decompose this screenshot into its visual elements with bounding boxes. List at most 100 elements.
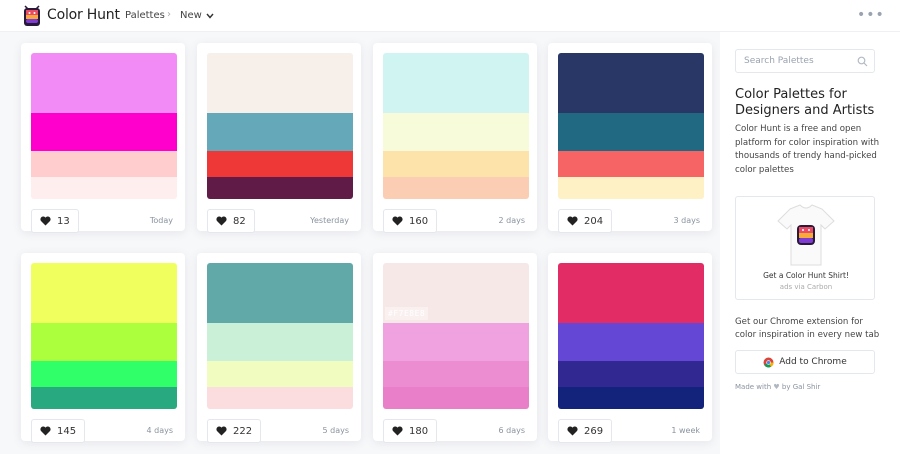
palette-card[interactable]: 82 Yesterday (197, 43, 361, 233)
color-stripe[interactable] (558, 387, 704, 409)
like-count: 222 (233, 425, 253, 437)
search-icon (857, 56, 868, 67)
like-button[interactable]: 13 (31, 209, 79, 233)
heart-icon (392, 216, 403, 226)
color-stripe[interactable] (207, 361, 353, 387)
brand-name[interactable]: Color Hunt (47, 7, 120, 23)
color-stripe[interactable] (31, 113, 177, 151)
chrome-icon (763, 357, 774, 367)
color-stripe[interactable] (31, 361, 177, 387)
palette-swatch[interactable] (31, 263, 177, 409)
ad-via-carbon[interactable]: ads via Carbon (736, 283, 876, 291)
palette-date: 4 days (146, 426, 173, 435)
color-stripe[interactable] (207, 151, 353, 177)
hex-code-label[interactable]: #F7E8E8 (385, 307, 429, 320)
like-button[interactable]: 222 (207, 419, 262, 443)
palette-swatch[interactable] (207, 53, 353, 199)
color-stripe[interactable] (207, 53, 353, 113)
palette-date: 5 days (322, 426, 349, 435)
add-to-chrome-label: Add to Chrome (779, 357, 847, 367)
palette-date: 1 week (671, 426, 700, 435)
sidebar: Search Palettes Color Palettes for Desig… (720, 32, 900, 454)
palette-swatch[interactable] (383, 53, 529, 199)
color-stripe[interactable] (31, 387, 177, 409)
palette-swatch[interactable] (207, 263, 353, 409)
color-stripe[interactable] (383, 387, 529, 409)
nav-new-label: New (180, 10, 202, 21)
like-button[interactable]: 180 (383, 419, 438, 443)
color-stripe[interactable] (558, 151, 704, 177)
color-stripe[interactable] (207, 323, 353, 361)
color-stripe[interactable] (383, 113, 529, 151)
color-stripe[interactable] (207, 113, 353, 151)
color-stripe[interactable] (31, 53, 177, 113)
color-stripe[interactable] (383, 361, 529, 387)
more-options-icon[interactable]: ••• (857, 8, 885, 22)
extension-promo-text: Get our Chrome extension for color inspi… (735, 317, 880, 340)
color-stripe[interactable] (31, 263, 177, 323)
heart-icon (567, 216, 578, 226)
palette-card[interactable]: 222 5 days (197, 253, 361, 443)
palette-swatch[interactable] (558, 263, 704, 409)
nav-palettes-link[interactable]: Palettes (125, 10, 165, 21)
color-stripe[interactable] (558, 53, 704, 113)
heart-icon (216, 426, 227, 436)
palette-date: Today (149, 216, 173, 225)
palette-card[interactable]: 145 4 days (21, 253, 185, 443)
carbon-ad[interactable]: Get a Color Hunt Shirt! ads via Carbon (735, 196, 875, 300)
palette-card[interactable]: 160 2 days (373, 43, 537, 233)
color-stripe[interactable] (207, 263, 353, 323)
color-stripe[interactable] (558, 323, 704, 361)
ad-text[interactable]: Get a Color Hunt Shirt! (736, 271, 876, 280)
top-bar: Color Hunt Palettes › New ••• (0, 0, 900, 32)
palette-date: 3 days (673, 216, 700, 225)
color-stripe[interactable] (383, 151, 529, 177)
color-stripe[interactable] (558, 361, 704, 387)
color-stripe[interactable] (207, 177, 353, 199)
palette-date: Yesterday (310, 216, 349, 225)
palette-card[interactable]: 204 3 days (548, 43, 712, 233)
color-stripe[interactable] (207, 387, 353, 409)
heart-icon (216, 216, 227, 226)
like-button[interactable]: 269 (558, 419, 613, 443)
palette-swatch[interactable] (31, 53, 177, 199)
palette-card[interactable]: #F7E8E8 180 6 days (373, 253, 537, 443)
sidebar-description: Color Hunt is a free and open platform f… (735, 124, 880, 175)
palette-swatch[interactable]: #F7E8E8 (383, 263, 529, 409)
like-count: 13 (57, 215, 70, 227)
small-heart-icon: ♥ (773, 383, 780, 391)
nav-new-dropdown[interactable]: New (180, 10, 214, 21)
heart-icon (40, 426, 51, 436)
made-by-author[interactable]: by Gal Shir (782, 383, 820, 391)
color-stripe[interactable] (558, 113, 704, 151)
color-stripe[interactable] (383, 323, 529, 361)
palette-card[interactable]: 13 Today (21, 43, 185, 233)
color-stripe[interactable] (383, 177, 529, 199)
sidebar-title: Color Palettes for Designers and Artists (735, 87, 875, 118)
palette-swatch[interactable] (558, 53, 704, 199)
color-stripe[interactable] (383, 53, 529, 113)
made-by-credit: Made with ♥ by Gal Shir (735, 383, 820, 391)
color-stripe[interactable] (31, 177, 177, 199)
heart-icon (40, 216, 51, 226)
like-button[interactable]: 145 (31, 419, 86, 443)
heart-icon (392, 426, 403, 436)
color-hunt-logo-icon[interactable] (22, 5, 42, 27)
like-button[interactable]: 204 (558, 209, 613, 233)
t-shirt-ad-image (777, 204, 835, 266)
palette-card[interactable]: 269 1 week (548, 253, 712, 443)
add-to-chrome-button[interactable]: Add to Chrome (735, 350, 875, 374)
breadcrumb-separator: › (167, 9, 171, 20)
like-count: 145 (57, 425, 77, 437)
like-count: 160 (409, 215, 429, 227)
color-stripe[interactable] (31, 151, 177, 177)
like-button[interactable]: 160 (383, 209, 438, 233)
color-stripe[interactable] (558, 263, 704, 323)
color-stripe[interactable] (31, 323, 177, 361)
like-count: 180 (409, 425, 429, 437)
color-stripe[interactable] (558, 177, 704, 199)
search-input[interactable]: Search Palettes (735, 49, 875, 73)
like-count: 269 (584, 425, 604, 437)
chevron-down-icon (206, 13, 214, 19)
like-button[interactable]: 82 (207, 209, 255, 233)
